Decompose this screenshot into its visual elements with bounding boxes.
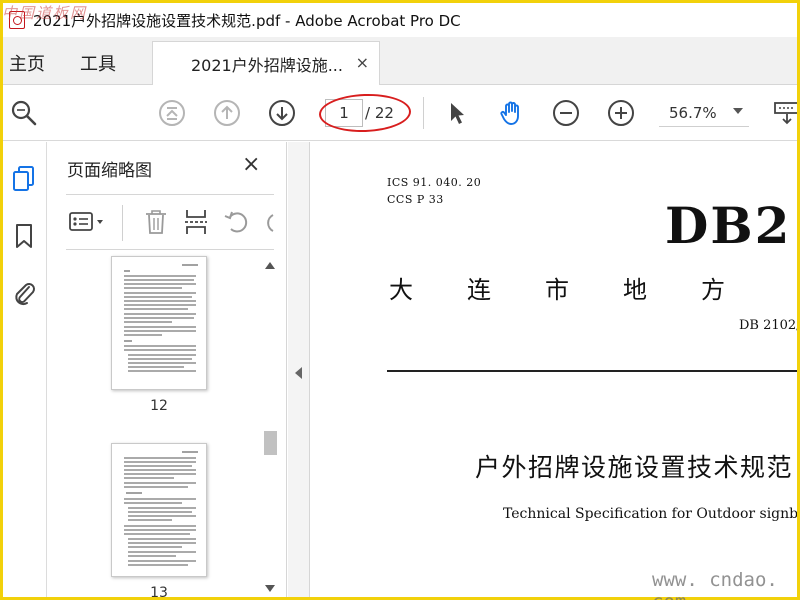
page-thumbnail-preview [124, 451, 198, 566]
window-title: 2021户外招牌设施设置技术规范.pdf - Adobe Acrobat Pro… [33, 11, 461, 30]
keyboard-tool-icon[interactable] [773, 99, 797, 127]
close-panel-icon[interactable]: × [242, 152, 260, 177]
tab-bar: 主页 工具 2021户外招牌设施... × [3, 37, 797, 85]
document-view[interactable]: ICS 91. 040. 20 CCS P 33 DB21 大连市地方 DB 2… [311, 142, 797, 597]
scroll-up-icon[interactable] [265, 262, 275, 269]
previous-page-icon[interactable] [213, 99, 241, 127]
acrobat-app-icon [9, 11, 25, 29]
attachment-icon[interactable] [10, 279, 38, 307]
document-main-title: 户外招牌设施设置技术规范 [475, 453, 794, 482]
first-page-icon[interactable] [158, 99, 186, 127]
page-thumbnails-icon[interactable] [10, 164, 38, 192]
chevron-down-icon [733, 108, 743, 114]
document-english-title: Technical Specification for Outdoor sign… [503, 506, 797, 522]
scrollbar-thumb[interactable] [264, 431, 277, 455]
scroll-down-icon[interactable] [265, 585, 275, 592]
next-page-icon[interactable] [268, 99, 296, 127]
thumbnail-list: 12 13 [66, 252, 262, 597]
thumbnails-panel: 页面缩略图 × 12 13 [47, 142, 287, 597]
options-menu-icon[interactable] [68, 207, 108, 237]
tab-tools[interactable]: 工具 [80, 50, 116, 76]
bookmark-icon[interactable] [10, 222, 38, 250]
tab-home[interactable]: 主页 [9, 50, 45, 76]
tab-document[interactable]: 2021户外招牌设施... × [152, 41, 380, 85]
panel-splitter[interactable] [288, 142, 310, 597]
db-code: DB21 [665, 196, 797, 255]
standard-type: 大连市地方 [389, 276, 779, 304]
close-tab-icon[interactable]: × [356, 53, 369, 72]
panel-divider [122, 205, 123, 241]
page-thumbnail-preview [124, 264, 198, 372]
page-thumbnail[interactable] [111, 256, 207, 390]
rotate-page-icon[interactable] [222, 207, 252, 237]
header-rule [387, 370, 797, 372]
ics-code: ICS 91. 040. 20 [387, 176, 482, 189]
thumbnail-toolbar [66, 194, 274, 250]
hand-tool-icon[interactable] [498, 99, 526, 127]
thumbnail-scrollbar[interactable] [262, 256, 278, 596]
document-tab-label: 2021户外招牌设施... [191, 55, 343, 75]
rotate-clockwise-icon[interactable] [259, 207, 275, 237]
title-bar: 2021户外招牌设施设置技术规范.pdf - Adobe Acrobat Pro… [3, 3, 797, 37]
extract-page-icon[interactable] [181, 207, 211, 237]
ccs-code: CCS P 33 [387, 193, 444, 206]
select-cursor-icon[interactable] [443, 99, 471, 127]
search-icon[interactable] [10, 99, 38, 127]
zoom-out-icon[interactable] [552, 99, 580, 127]
zoom-in-icon[interactable] [607, 99, 635, 127]
main-toolbar: 1 / 22 56.7% [3, 85, 797, 141]
delete-page-icon[interactable] [141, 207, 171, 237]
acrobat-window: 2021户外招牌设施设置技术规范.pdf - Adobe Acrobat Pro… [3, 3, 797, 597]
page-thumbnail[interactable] [111, 443, 207, 577]
thumbnail-page-number: 12 [150, 398, 168, 414]
zoom-value: 56.7% [669, 103, 717, 122]
toolbar-divider [423, 97, 424, 129]
left-navigation-rail [3, 142, 47, 597]
collapse-panel-icon[interactable] [295, 367, 302, 379]
thumbnail-page-number: 13 [150, 585, 168, 597]
zoom-dropdown[interactable]: 56.7% [659, 99, 749, 127]
standard-number: DB 2102/ [739, 318, 797, 333]
panel-title: 页面缩略图 [67, 161, 152, 181]
